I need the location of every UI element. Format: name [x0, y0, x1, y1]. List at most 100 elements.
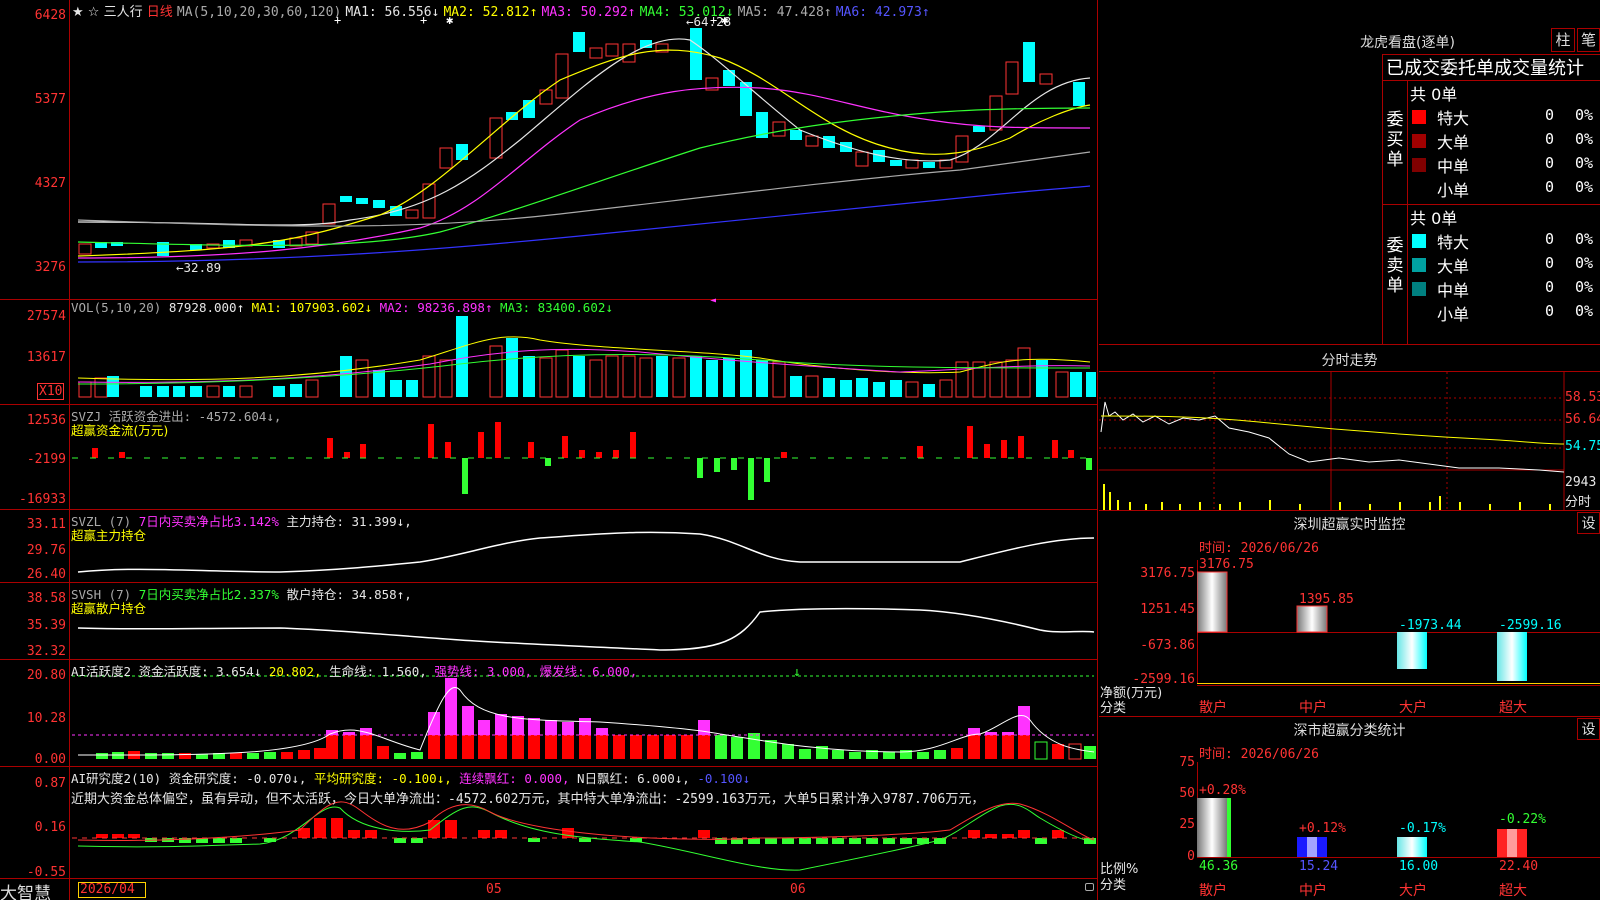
buy-row-name: 大单: [1437, 133, 1470, 152]
buy-row-pct: 0%: [1575, 130, 1594, 148]
sz-axis-label: -673.86: [1140, 638, 1195, 653]
intraday-axis-label: 2943: [1565, 475, 1597, 490]
kline-chart-area[interactable]: ★ ☆ 三人行 日线 MA(5,10,20,30,60,120) MA1: 56…: [0, 0, 1098, 900]
list-item: 中单 0 0%: [1407, 152, 1600, 176]
sz-unit-label: 分类: [1100, 701, 1127, 716]
svsh-axis-label: 38.58: [26, 591, 66, 606]
sell-l-swatch: [1412, 258, 1426, 272]
volume-bars: [78, 316, 1096, 398]
intraday-title[interactable]: 分时走势: [1099, 350, 1600, 370]
signal-plus: +: [710, 13, 717, 27]
svsh-hold: 散户持仓: 34.858↑,: [286, 587, 412, 602]
sell-total: 共 0单: [1410, 209, 1458, 228]
ai-research-red: 连续飘红: 0.000,: [459, 771, 570, 786]
buy-row-count: 0: [1545, 178, 1555, 196]
sz-baseline: [1197, 685, 1600, 686]
intraday-axis-label: 56.64: [1565, 412, 1600, 427]
signal-plus: +: [420, 13, 427, 27]
cls-bar-chart: [1197, 798, 1527, 857]
sz-cat-label: 中户: [1299, 700, 1327, 716]
sz-cat-label: 大户: [1399, 700, 1427, 716]
svzl-axis-label: 26.40: [26, 567, 66, 582]
ai-research-nred: N日飘红: 6.000↓,: [577, 771, 690, 786]
svsh-axis-label: 32.32: [26, 644, 66, 659]
sell-row-pct: 0%: [1575, 302, 1594, 320]
ma-curves: [77, 38, 1091, 263]
sz-bar-mid: [1296, 605, 1328, 633]
sell-row-name: 大单: [1437, 257, 1470, 276]
lock-icon[interactable]: [1085, 883, 1094, 891]
cls-axis-label: 75: [1179, 755, 1195, 770]
sell-block-label: 委卖单: [1386, 236, 1404, 296]
svzl-pct: 7日内买卖净占比3.142%: [138, 514, 279, 529]
cls-change: -0.22%: [1499, 812, 1546, 827]
svzj-sub: 超赢资金流(万元): [71, 423, 169, 438]
cursor-marker: ◄: [710, 295, 716, 306]
sell-row-count: 0: [1545, 254, 1555, 272]
buy-row-count: 0: [1545, 130, 1555, 148]
buy-row-pct: 0%: [1575, 106, 1594, 124]
date-label: 06: [790, 882, 806, 897]
tab-tick-mode[interactable]: 笔: [1577, 28, 1600, 52]
svzl-sub: 超赢主力持仓: [71, 528, 147, 543]
vol-axis-label: 27574: [26, 309, 66, 324]
date-label: 05: [486, 882, 502, 897]
vol-value: 87928.000↑: [168, 300, 245, 315]
cls-cat-label: 散户: [1199, 883, 1227, 899]
ai-active-legend: AI活跃度2 资金活跃度: 3.654↓: [71, 664, 262, 679]
sz-bar-super: [1497, 632, 1527, 681]
cls-title: 深市超赢分类统计: [1293, 723, 1406, 739]
buy-m-swatch: [1412, 158, 1426, 172]
buy-block-label: 委买单: [1386, 110, 1404, 170]
ai-research-axis-label: 0.87: [34, 776, 66, 791]
buy-row-name: 中单: [1437, 157, 1470, 176]
svzj-axis-label: 12536: [26, 413, 66, 428]
cls-settings-button[interactable]: 设: [1577, 718, 1600, 740]
signal-arrow-icon: ↓: [793, 665, 801, 680]
divider: [1099, 716, 1600, 717]
intraday-chart[interactable]: [1099, 372, 1600, 510]
sz-monitor-title: 深圳超赢实时监控: [1293, 517, 1406, 533]
cls-date: 时间: 2026/06/26: [1199, 747, 1319, 762]
svsh-sub: 超赢散户持仓: [71, 601, 147, 616]
svzl-hold: 主力持仓: 31.399↓,: [286, 514, 412, 529]
cls-cat-label: 大户: [1399, 883, 1427, 899]
ai-research-axis-label: 0.16: [34, 820, 66, 835]
intraday-axis-label: 54.75: [1565, 439, 1600, 454]
cls-value: 16.00: [1399, 859, 1439, 874]
sell-row-pct: 0%: [1575, 254, 1594, 272]
lhb-title: 龙虎看盘(逐单): [1360, 35, 1455, 51]
list-item: 中单 0 0%: [1407, 276, 1600, 300]
tab-bar-mode[interactable]: 柱: [1551, 28, 1575, 52]
buy-total: 共 0单: [1410, 85, 1458, 104]
ai-active-v2: 20.802,: [268, 664, 322, 679]
ai-strong-line: 强势线: 3.000,: [434, 664, 533, 679]
cls-axis-label: 50: [1179, 786, 1195, 801]
sz-bar-large: [1397, 632, 1427, 669]
ai-active-axis-label: 20.80: [26, 668, 66, 683]
sz-bar-value: -2599.16: [1499, 618, 1562, 633]
intraday-axis-label: 58.53: [1565, 390, 1600, 405]
svsh-pct: 7日内买卖净占比2.337%: [138, 587, 279, 602]
svsh-axis-label: 35.39: [26, 618, 66, 633]
ai-research-bars: [96, 818, 1096, 844]
cls-change: -0.17%: [1399, 821, 1446, 836]
sell-m-swatch: [1412, 282, 1426, 296]
sz-cat-label: 超大: [1499, 700, 1527, 716]
cls-value: 22.40: [1499, 859, 1539, 874]
ai-active-axis-label: 10.28: [26, 711, 66, 726]
sz-bar-value: 3176.75: [1199, 557, 1254, 572]
brand-label: 大智慧: [0, 884, 51, 900]
list-item: 小单 0 0%: [1407, 176, 1600, 200]
sz-axis-label: 1251.45: [1140, 602, 1195, 617]
sz-settings-button[interactable]: 设: [1577, 512, 1600, 534]
signal-plus: +: [334, 13, 341, 27]
cls-bar-retail: [1197, 798, 1227, 857]
svzj-axis-label: -16933: [19, 492, 66, 507]
sell-row-pct: 0%: [1575, 278, 1594, 296]
ai-research-last: -0.100↓: [697, 771, 751, 786]
list-item: 大单 0 0%: [1407, 128, 1600, 152]
buy-row-pct: 0%: [1575, 154, 1594, 172]
orders-title: 已成交委托单成交量统计: [1386, 58, 1584, 79]
chart-canvas: ◄ + + ✱ + ✱ ↓: [72, 13, 1096, 871]
